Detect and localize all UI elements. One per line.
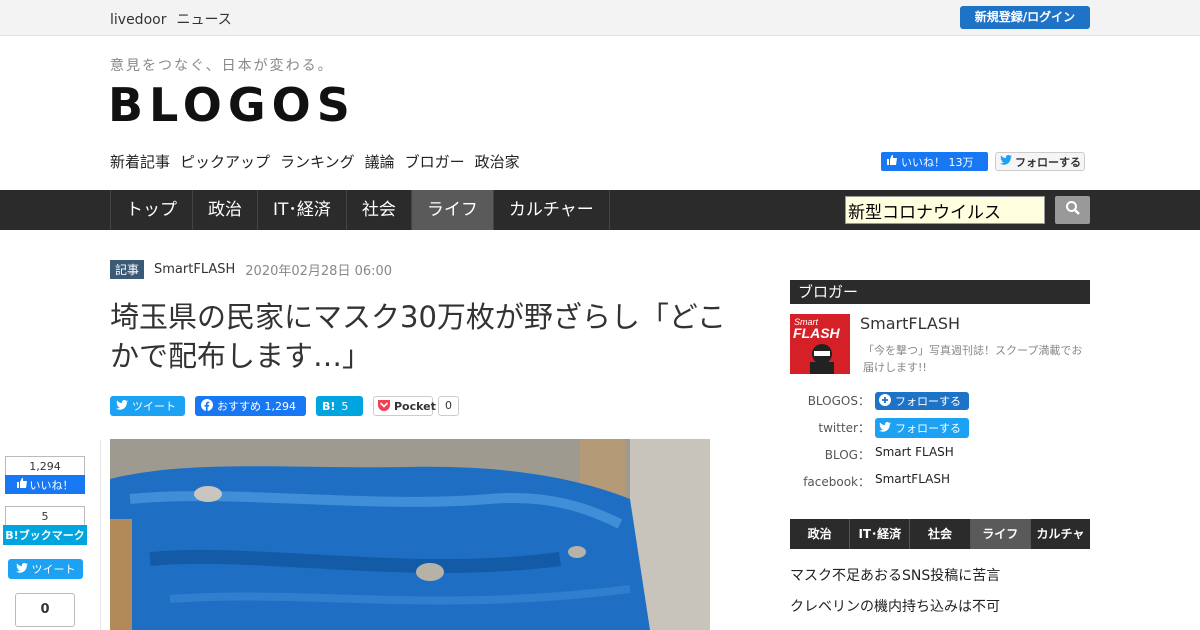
blogger-name[interactable]: SmartFLASH [860, 314, 960, 333]
category-tabs: トップ 政治 IT･経済 社会 ライフ カルチャー [110, 190, 610, 230]
search-icon [1065, 200, 1081, 220]
facebook-icon [201, 398, 213, 414]
blogger-avatar[interactable]: Smart FLASH [790, 314, 850, 374]
facebook-like-label: いいね！ 13万 [901, 155, 974, 169]
sidebar-tab-society[interactable]: 社会 [910, 519, 971, 549]
tab-politics[interactable]: 政治 [193, 190, 258, 230]
search-input[interactable] [845, 196, 1045, 224]
sidebar-category-tabs: 政治 IT･経済 社会 ライフ カルチャー [790, 519, 1090, 571]
blog-link[interactable]: Smart FLASH [875, 445, 954, 459]
ranking-item[interactable]: クレベリンの機内持ち込みは不可 [790, 596, 1000, 616]
left-pocket-count-button[interactable]: 0 [15, 593, 75, 627]
ranking-item[interactable]: マスク不足あおるSNS投稿に苦言 [790, 565, 1000, 585]
tweet-button[interactable]: ツイート [110, 396, 185, 416]
blogos-label: BLOGOS： [807, 394, 870, 408]
left-tweet-button[interactable]: ツイート [8, 559, 83, 579]
subnav-politician[interactable]: 政治家 [475, 151, 520, 172]
article-author[interactable]: SmartFLASH [154, 262, 235, 277]
thumbs-up-icon [16, 478, 27, 491]
left-facebook-like-label: いいね！ [29, 478, 74, 492]
hatena-bookmark-button[interactable]: B! 5 [316, 396, 363, 416]
twitter-bird-icon [116, 399, 128, 413]
tweet-label: ツイート [132, 400, 176, 413]
facebook-link[interactable]: SmartFLASH [875, 472, 950, 486]
brand-news: ニュース [176, 12, 232, 28]
pocket-label: Pocket [394, 399, 436, 413]
sidebar-twitter-follow-label: フォローする [895, 422, 961, 435]
site-logo[interactable]: BLOGOS [108, 78, 356, 132]
blogos-follow-button[interactable]: フォローする [875, 392, 969, 410]
tab-it-economy[interactable]: IT･経済 [258, 190, 347, 230]
sidebar-tab-politics[interactable]: 政治 [790, 519, 851, 549]
tab-society[interactable]: 社会 [347, 190, 412, 230]
left-tweet-label: ツイート [31, 563, 76, 576]
sidebar-tab-it-economy[interactable]: IT･経済 [850, 519, 911, 549]
facebook-recommend-label: おすすめ 1,294 [217, 400, 296, 413]
sub-navigation: 新着記事 ピックアップ ランキング 議論 ブロガー 政治家 [110, 151, 520, 172]
twitter-label: twitter： [818, 421, 870, 435]
article-title: 埼玉県の民家にマスク30万枚が野ざらし「どこかで配布します…」 [110, 300, 727, 373]
article-meta: 記事 SmartFLASH 2020年02月28日 06:00 [110, 260, 392, 279]
plus-circle-icon [879, 393, 891, 409]
thumbs-up-icon [887, 155, 897, 168]
article-badge: 記事 [110, 260, 145, 279]
avatar-text-flash: FLASH [793, 325, 841, 341]
site-tagline: 意見をつなぐ、日本が変わる。 [110, 58, 334, 74]
subnav-pickup[interactable]: ピックアップ [180, 151, 270, 172]
left-hatena-count: 5 [5, 506, 85, 525]
sidebar-twitter-follow-button[interactable]: フォローする [875, 418, 969, 438]
twitter-follow-label: フォローする [1015, 155, 1081, 169]
blogos-follow-label: フォローする [895, 395, 961, 408]
left-facebook-count: 1,294 [5, 456, 85, 475]
tab-top[interactable]: トップ [110, 190, 193, 230]
left-hatena-bookmark-button[interactable]: B!ブックマーク [3, 525, 87, 545]
pocket-count: 0 [438, 396, 459, 416]
blog-label: BLOG： [824, 448, 870, 462]
twitter-bird-icon [15, 562, 28, 576]
twitter-bird-icon [879, 421, 891, 435]
pocket-icon [377, 399, 391, 414]
subnav-ranking[interactable]: ランキング [280, 151, 355, 172]
facebook-label: facebook： [803, 475, 870, 489]
sidebar-tab-life[interactable]: ライフ [970, 519, 1031, 549]
blogger-description: 「今を撃つ」写真週刊誌！スクープ満載でお届けします!! [863, 344, 1083, 374]
subnav-new[interactable]: 新着記事 [110, 151, 170, 172]
subnav-debate[interactable]: 議論 [365, 151, 395, 172]
brand-livedoor: livedoor [110, 12, 167, 28]
article-photo [110, 439, 710, 630]
login-button[interactable]: 新規登録/ログイン [960, 6, 1090, 29]
top-bar: livedoor ニュース 新規登録/ログイン [0, 0, 1200, 36]
search-button[interactable] [1055, 196, 1090, 224]
facebook-recommend-button[interactable]: おすすめ 1,294 [195, 396, 306, 416]
twitter-bird-icon [1000, 155, 1012, 168]
hatena-count: 5 [341, 399, 349, 413]
pocket-button[interactable]: Pocket [373, 396, 436, 416]
subnav-blogger[interactable]: ブロガー [405, 151, 465, 172]
tab-life[interactable]: ライフ [411, 190, 494, 230]
left-facebook-like-button[interactable]: いいね！ [5, 475, 85, 494]
hatena-icon: B! [322, 399, 336, 413]
twitter-follow-button[interactable]: フォローする [995, 152, 1085, 171]
livedoor-news-link[interactable]: livedoor ニュース [110, 9, 242, 29]
facebook-like-button[interactable]: いいね！ 13万 [881, 152, 988, 171]
sidebar-tab-culture[interactable]: カルチャー [1031, 519, 1090, 571]
left-column-divider [100, 440, 101, 630]
sidebar-blogger-heading: ブロガー [790, 280, 1090, 304]
tab-culture[interactable]: カルチャー [494, 190, 610, 230]
article-date: 2020年02月28日 06:00 [245, 264, 393, 279]
